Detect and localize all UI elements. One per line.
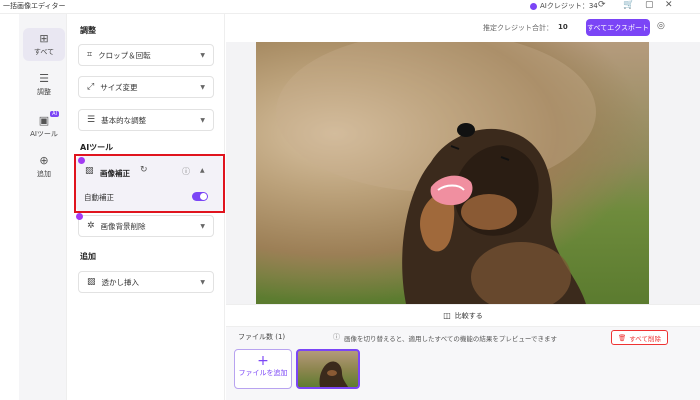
- sidebar-item-all[interactable]: ⊞ すべて: [23, 28, 65, 61]
- chevron-down-icon: ▼: [200, 278, 205, 286]
- basic-adjust-dropdown[interactable]: ☰ 基本的な調整 ▼: [78, 109, 214, 131]
- chevron-down-icon: ▼: [200, 116, 205, 124]
- close-icon[interactable]: ✕: [665, 0, 673, 10]
- dropdown-label: サイズ変更: [100, 82, 138, 92]
- sliders-icon: ☰: [87, 115, 96, 125]
- resize-dropdown[interactable]: ⤢ サイズ変更 ▼: [78, 76, 214, 98]
- section-label-ai-tools: AIツール: [80, 143, 114, 152]
- ai-credits-label: AIクレジット：34: [540, 2, 598, 10]
- add-file-label: ファイルを追加: [238, 369, 288, 377]
- sidebar-item-label: すべて: [33, 48, 55, 56]
- section-label-adjust: 調整: [80, 26, 96, 35]
- delete-all-label: すべて削除: [629, 334, 662, 343]
- add-file-button[interactable]: + ファイルを追加: [234, 349, 292, 389]
- image-icon: ▨: [87, 277, 96, 287]
- credit-icon: [530, 2, 537, 10]
- section-label-add: 追加: [80, 252, 96, 261]
- file-count: ファイル数 (1): [238, 333, 286, 341]
- dropdown-label: クロップ＆回転: [98, 50, 151, 60]
- window-icon[interactable]: ▢: [645, 0, 654, 10]
- watermark-dropdown[interactable]: ▨ 透かし挿入 ▼: [78, 271, 214, 293]
- info-icon: ⓘ: [333, 333, 340, 341]
- trash-icon: 🗑: [617, 333, 627, 342]
- chevron-down-icon: ▼: [200, 222, 205, 230]
- sidebar-item-label: AIツール: [30, 130, 58, 138]
- file-thumbnail[interactable]: [296, 349, 360, 389]
- compare-icon: ◫: [443, 311, 451, 320]
- dropdown-label: 画像背景削除: [100, 221, 146, 231]
- preview-image: [256, 42, 649, 304]
- cart-icon[interactable]: 🛒: [623, 0, 634, 10]
- preview-notice: 画像を切り替えると、適用したすべての機能の結果をプレビューできます: [344, 335, 557, 343]
- crop-rotate-dropdown[interactable]: ⌗ クロップ＆回転 ▼: [78, 44, 214, 66]
- sidebar-item-ai-tools[interactable]: AI ▣ AIツール: [23, 111, 65, 139]
- delete-all-button[interactable]: 🗑 すべて削除: [611, 330, 668, 345]
- sidebar-item-label: 追加: [37, 170, 51, 178]
- ai-dot-icon: [76, 213, 83, 220]
- thumbnail-image: [319, 361, 348, 387]
- compare-label: 比較する: [454, 311, 483, 320]
- sidebar-item-label: 調整: [37, 88, 51, 96]
- app-title: 一括画像エディター: [3, 2, 66, 10]
- refresh-icon[interactable]: ⟳: [598, 0, 606, 10]
- settings-icon[interactable]: ◎: [657, 21, 665, 31]
- bg-remove-icon: ✲: [87, 221, 95, 231]
- ai-badge: AI: [50, 111, 59, 117]
- sliders-icon: ☰: [39, 72, 49, 85]
- dog-photo: [276, 42, 596, 304]
- sidebar: ⊞ すべて ☰ 調整 AI ▣ AIツール ⊕ 追加: [19, 14, 67, 400]
- resize-icon: ⤢: [87, 82, 95, 92]
- export-all-button[interactable]: すべてエクスポート: [586, 19, 650, 36]
- crop-icon: ⌗: [87, 50, 93, 60]
- grid-icon: ⊞: [39, 32, 49, 45]
- plus-icon: +: [257, 353, 269, 369]
- highlight-box: [74, 154, 225, 213]
- sidebar-item-adjust[interactable]: ☰ 調整: [23, 72, 65, 97]
- estimated-credits-label: 推定クレジット合計：: [483, 24, 553, 32]
- compare-button[interactable]: ◫ 比較する: [226, 304, 700, 326]
- chevron-down-icon: ▼: [200, 83, 205, 91]
- chevron-down-icon: ▼: [200, 51, 205, 59]
- dropdown-label: 透かし挿入: [101, 277, 140, 287]
- sidebar-item-add[interactable]: ⊕ 追加: [23, 154, 65, 179]
- estimated-credits-value: 10: [558, 23, 568, 31]
- bg-remove-dropdown[interactable]: ✲ 画像背景削除 ▼: [76, 213, 214, 237]
- ai-credits[interactable]: AIクレジット：34: [530, 1, 598, 11]
- plus-icon: ⊕: [39, 154, 49, 167]
- dropdown-label: 基本的な調整: [101, 115, 147, 125]
